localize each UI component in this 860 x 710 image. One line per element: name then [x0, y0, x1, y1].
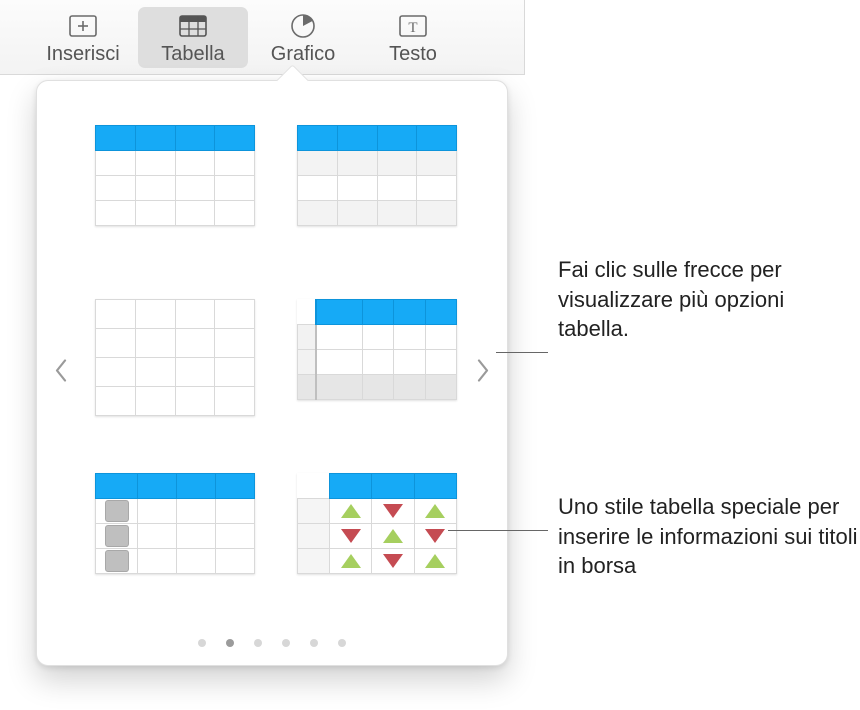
- checkbox-icon: [105, 525, 129, 547]
- toolbar-label: Testo: [389, 43, 437, 66]
- checkbox-icon: [105, 500, 129, 522]
- triangle-down-icon: [341, 529, 361, 543]
- svg-text:T: T: [408, 20, 417, 36]
- page-dot[interactable]: [310, 639, 318, 647]
- toolbar-item-testo[interactable]: T Testo: [358, 7, 468, 68]
- text-icon: T: [398, 13, 428, 39]
- insert-icon: [68, 13, 98, 39]
- toolbar-label: Inserisci: [46, 43, 119, 66]
- toolbar-label: Tabella: [161, 43, 224, 66]
- triangle-up-icon: [425, 504, 445, 518]
- callout-stock-style: Uno stile tabella speciale per inserire …: [558, 492, 858, 581]
- triangle-up-icon: [425, 554, 445, 568]
- triangle-up-icon: [383, 529, 403, 543]
- table-style-header-gutter-footer[interactable]: [297, 299, 457, 439]
- triangle-up-icon: [341, 504, 361, 518]
- page-dot[interactable]: [282, 639, 290, 647]
- toolbar-label: Grafico: [271, 43, 335, 66]
- table-style-header-alternating[interactable]: [297, 125, 457, 265]
- callout-leader-line: [496, 352, 548, 353]
- table-style-header-checkbox-column[interactable]: [95, 473, 255, 613]
- toolbar: Inserisci Tabella Grafico T Testo: [0, 0, 525, 75]
- page-dot[interactable]: [226, 639, 234, 647]
- table-styles-popover: [36, 80, 508, 666]
- triangle-down-icon: [425, 529, 445, 543]
- next-page-button[interactable]: [469, 359, 497, 388]
- toolbar-item-tabella[interactable]: Tabella: [138, 7, 248, 68]
- table-style-header-plain[interactable]: [95, 125, 255, 265]
- table-styles-grid: [95, 125, 449, 613]
- page-dots: [37, 639, 507, 647]
- prev-page-button[interactable]: [47, 359, 75, 388]
- toolbar-item-grafico[interactable]: Grafico: [248, 7, 358, 68]
- table-style-no-header[interactable]: [95, 299, 255, 439]
- page-dot[interactable]: [198, 639, 206, 647]
- triangle-up-icon: [341, 554, 361, 568]
- triangle-down-icon: [383, 554, 403, 568]
- toolbar-item-inserisci[interactable]: Inserisci: [28, 7, 138, 68]
- callout-arrows: Fai clic sulle frecce per visualizzare p…: [558, 255, 858, 344]
- callout-leader-line: [448, 530, 548, 531]
- table-style-stock-triangles[interactable]: [297, 473, 457, 613]
- table-icon: [178, 13, 208, 39]
- checkbox-icon: [105, 550, 129, 572]
- triangle-down-icon: [383, 504, 403, 518]
- page-dot[interactable]: [338, 639, 346, 647]
- chart-icon: [288, 13, 318, 39]
- page-dot[interactable]: [254, 639, 262, 647]
